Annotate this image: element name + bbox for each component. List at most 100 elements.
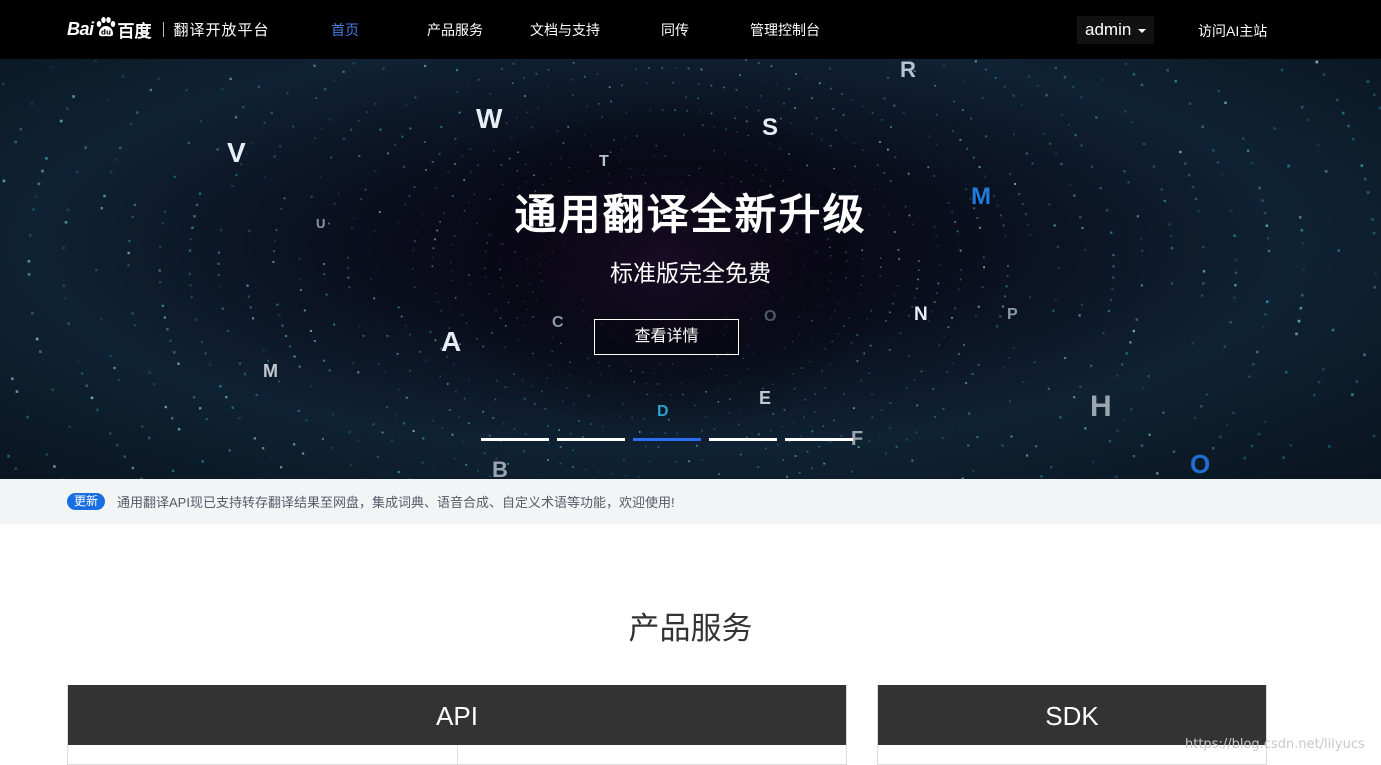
background-dot	[396, 352, 399, 355]
background-dot	[958, 353, 960, 356]
background-dot	[285, 335, 288, 338]
api-card-header[interactable]: API	[68, 685, 846, 745]
background-dot	[289, 345, 292, 348]
nav-simultaneous[interactable]: 同传	[661, 0, 689, 59]
nav-home[interactable]: 首页	[331, 0, 359, 59]
background-dot	[920, 370, 923, 373]
background-dot	[482, 410, 485, 413]
nav-products[interactable]: 产品服务	[427, 0, 483, 59]
notice-text[interactable]: 通用翻译API现已支持转存翻译结果至网盘，集成词典、语音合成、自定义术语等功能，…	[117, 492, 675, 511]
background-dot	[572, 449, 574, 452]
background-dot	[1224, 101, 1227, 105]
background-dot	[1025, 152, 1028, 155]
background-dot	[1220, 173, 1224, 176]
background-dot	[447, 170, 450, 173]
background-dot	[571, 78, 574, 81]
sdk-card-header[interactable]: SDK	[878, 685, 1266, 745]
background-dot	[961, 108, 964, 111]
background-dot	[1001, 444, 1004, 447]
background-dot	[868, 440, 871, 442]
background-dot	[286, 92, 289, 95]
background-dot	[310, 385, 313, 388]
background-dot	[830, 87, 832, 90]
background-dot	[1131, 120, 1134, 124]
background-dot	[59, 119, 63, 123]
background-dot	[840, 435, 843, 437]
background-dot	[238, 416, 241, 420]
background-dot	[585, 468, 587, 471]
view-details-button[interactable]: 查看详情	[594, 319, 739, 355]
background-dot	[1351, 393, 1354, 396]
background-dot	[192, 396, 196, 399]
background-dot	[1067, 123, 1071, 126]
background-dot	[624, 474, 627, 477]
nav-console[interactable]: 管理控制台	[750, 0, 820, 59]
background-dot	[7, 454, 10, 458]
hero-subtitle: 标准版完全免费	[610, 260, 771, 286]
background-dot	[431, 419, 434, 422]
background-dot	[769, 429, 772, 432]
background-dot	[425, 359, 428, 362]
background-dot	[1123, 170, 1126, 173]
background-dot	[661, 66, 664, 69]
background-dot	[795, 73, 797, 75]
background-dot	[1050, 466, 1053, 469]
background-dot	[933, 175, 936, 177]
background-dot	[1116, 374, 1119, 377]
background-dot	[953, 100, 956, 103]
background-dot	[798, 471, 801, 474]
nav-docs-support[interactable]: 文档与支持	[530, 0, 600, 59]
background-dot	[228, 449, 231, 452]
background-dot	[913, 378, 916, 381]
background-dot	[231, 406, 234, 409]
svg-text:du: du	[101, 29, 111, 37]
background-dot	[1130, 408, 1133, 411]
background-dot	[911, 459, 914, 462]
background-dot	[1166, 69, 1169, 72]
visit-ai-link[interactable]: 访问AI主站	[1198, 0, 1267, 59]
background-dot	[937, 244, 940, 247]
background-dot	[1317, 380, 1321, 384]
carousel-dot[interactable]	[785, 438, 853, 441]
carousel-indicators	[481, 438, 853, 441]
background-dot	[1188, 102, 1192, 105]
background-dot	[382, 67, 385, 70]
background-dot	[546, 425, 549, 427]
background-dot	[159, 245, 162, 248]
background-dot	[526, 111, 529, 114]
background-dot	[1295, 332, 1298, 336]
background-dot	[1341, 111, 1345, 115]
background-dot	[1121, 363, 1124, 366]
background-dot	[854, 165, 856, 168]
background-dot	[890, 126, 892, 128]
carousel-dot-active[interactable]	[633, 438, 701, 441]
carousel-dot[interactable]	[709, 438, 777, 441]
background-dot	[384, 371, 386, 374]
carousel-dot[interactable]	[557, 438, 625, 441]
background-dot	[166, 328, 169, 331]
background-dot	[952, 362, 955, 365]
background-dot	[700, 68, 703, 71]
background-dot	[977, 363, 980, 366]
background-dot	[572, 94, 574, 97]
background-dot	[916, 404, 919, 407]
background-dot	[1257, 432, 1261, 436]
background-dot	[1229, 321, 1232, 324]
baidu-logo[interactable]: Bai du 百度 翻译开放平台	[67, 13, 270, 45]
background-dot	[408, 333, 411, 336]
background-dot	[31, 311, 34, 315]
carousel-dot[interactable]	[481, 438, 549, 441]
background-dot	[1026, 454, 1029, 457]
background-dot	[985, 135, 988, 138]
background-dot	[1090, 364, 1093, 367]
card-divider	[457, 745, 458, 765]
background-dot	[1202, 245, 1205, 249]
background-dot	[1301, 242, 1305, 245]
background-dot	[273, 155, 276, 158]
user-menu[interactable]: admin	[1077, 16, 1155, 44]
background-dot	[1316, 144, 1320, 147]
logo-du-text: 百度	[117, 21, 152, 41]
background-dot	[362, 335, 365, 337]
background-dot	[892, 302, 894, 305]
background-dot	[723, 86, 725, 89]
